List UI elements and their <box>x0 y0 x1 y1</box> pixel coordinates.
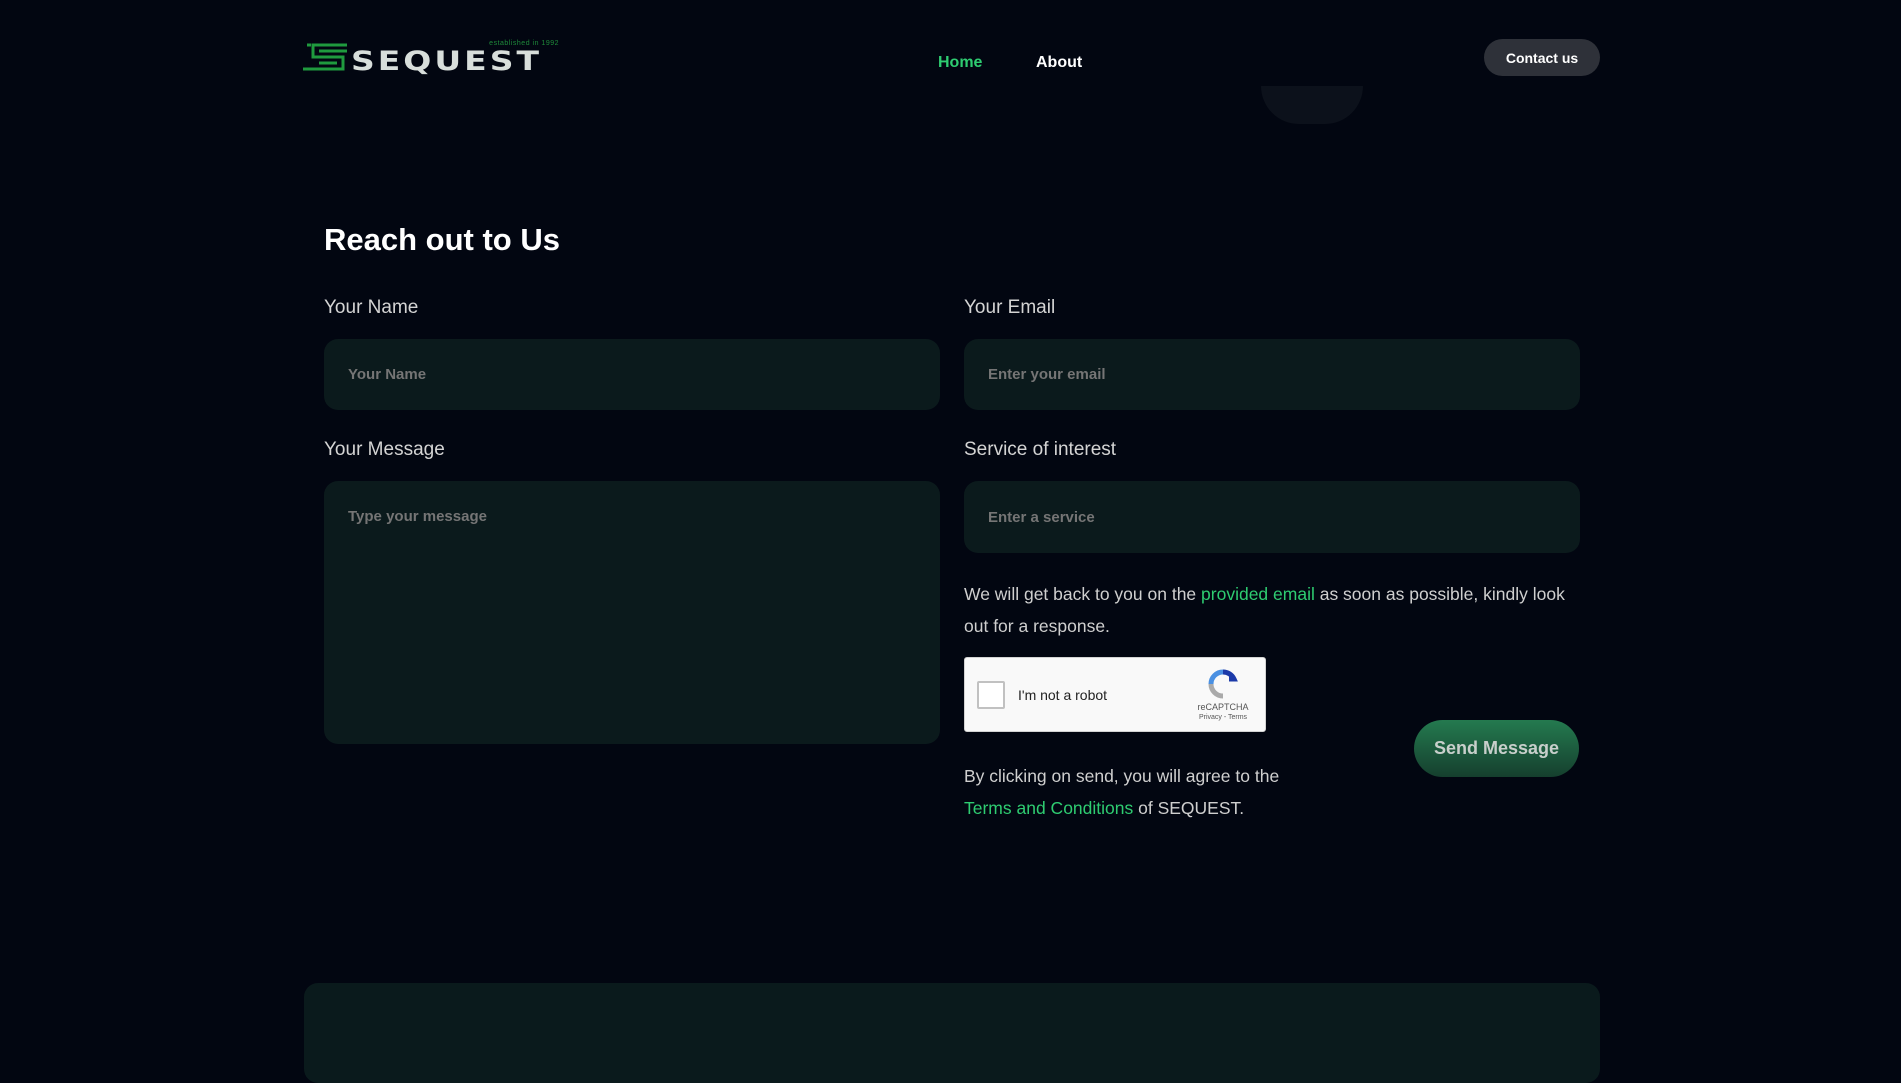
logo-text: SEQUEST <box>351 45 542 77</box>
nav-home[interactable]: Home <box>938 54 982 72</box>
page-title: Reach out to Us <box>324 222 560 257</box>
service-input[interactable] <box>964 481 1580 553</box>
send-message-button[interactable]: Send Message <box>1414 720 1579 777</box>
recaptcha-logo-icon <box>1208 669 1238 699</box>
provided-email-link[interactable]: provided email <box>1201 584 1315 604</box>
nav-about[interactable]: About <box>1036 54 1082 72</box>
agree-text: By clicking on send, you will agree to t… <box>964 766 1280 786</box>
contact-us-button[interactable]: Contact us <box>1484 39 1600 76</box>
message-label: Your Message <box>324 439 445 460</box>
email-input[interactable] <box>964 339 1580 410</box>
recaptcha-widget: I'm not a robot reCAPTCHA Privacy - Term… <box>964 657 1266 732</box>
logo-tagline: established in 1992 <box>489 40 559 47</box>
service-label: Service of interest <box>964 439 1117 460</box>
name-label: Your Name <box>324 297 419 318</box>
footer-panel <box>304 983 1600 1083</box>
agreement-text: By clicking on send, you will agree to t… <box>964 760 1279 824</box>
recaptcha-checkbox[interactable] <box>977 681 1005 709</box>
terms-link[interactable]: Terms and Conditions <box>964 798 1133 818</box>
email-label: Your Email <box>964 297 1056 318</box>
name-input[interactable] <box>324 339 940 410</box>
recaptcha-label: I'm not a robot <box>1018 687 1108 703</box>
logo[interactable]: SEQUEST established in 1992 <box>303 38 563 78</box>
response-note: We will get back to you on the provided … <box>964 578 1584 642</box>
decorative-shape <box>1261 86 1363 124</box>
recaptcha-brand: reCAPTCHA <box>1197 702 1249 712</box>
agree-text-end: of SEQUEST. <box>1133 798 1245 818</box>
recaptcha-links[interactable]: Privacy - Terms <box>1191 714 1255 721</box>
note-text: We will get back to you on the <box>964 584 1202 604</box>
message-textarea[interactable] <box>324 481 940 744</box>
logo-mark-icon <box>303 43 347 71</box>
